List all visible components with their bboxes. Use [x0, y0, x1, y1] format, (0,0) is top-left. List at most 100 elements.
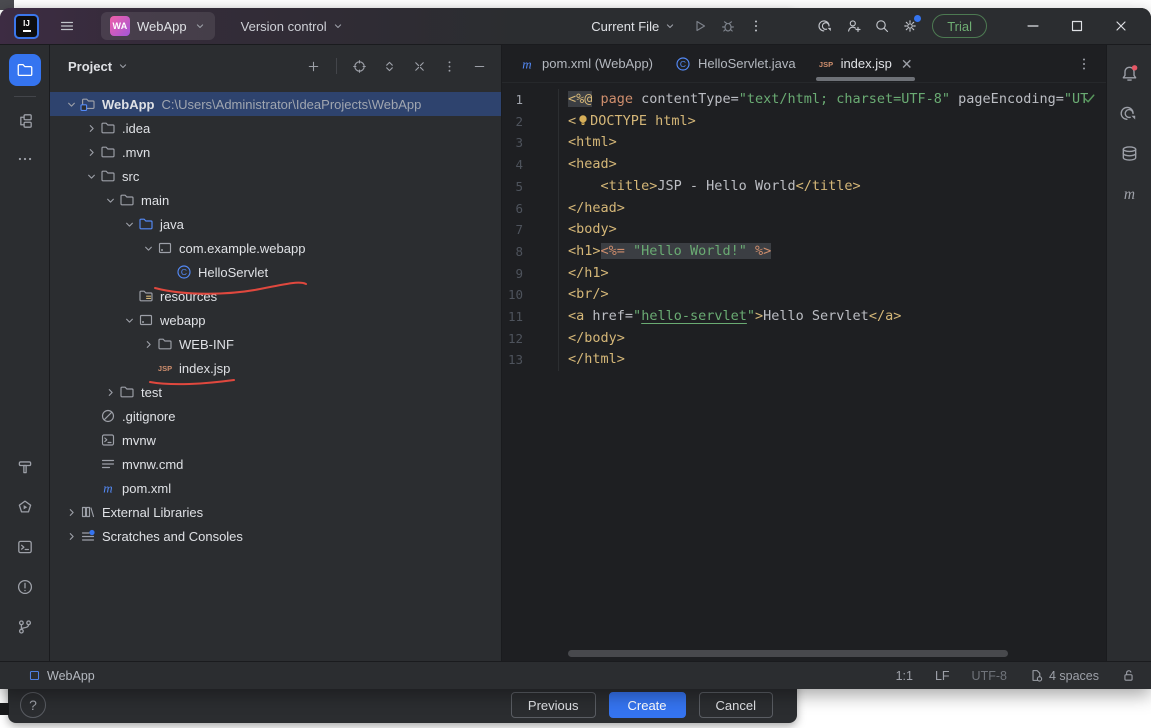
code-line: 12</body> — [502, 328, 1106, 350]
line-number[interactable]: 2 — [502, 111, 523, 133]
tool-window-button-problems[interactable] — [9, 571, 41, 603]
previous-button[interactable]: Previous — [511, 692, 596, 718]
tree-item-com-example-webapp[interactable]: com.example.webapp — [50, 236, 501, 260]
line-number[interactable]: 8 — [502, 241, 523, 263]
maximize-button[interactable] — [1055, 11, 1099, 41]
tool-window-button-ai-assistant[interactable] — [1112, 93, 1146, 133]
tree-item-webapp[interactable]: WebAppC:\Users\Administrator\IdeaProject… — [50, 92, 501, 116]
options-icon[interactable] — [442, 59, 457, 74]
tool-window-button-version-control[interactable] — [9, 611, 41, 643]
version-control-menu[interactable]: Version control — [241, 19, 344, 34]
file-encoding[interactable]: UTF-8 — [972, 669, 1007, 683]
line-number[interactable]: 7 — [502, 219, 523, 241]
horizontal-scrollbar[interactable] — [568, 650, 1008, 657]
chevron-right-icon[interactable] — [82, 144, 100, 160]
chevron-down-icon[interactable] — [101, 192, 119, 208]
chevron-right-icon[interactable] — [139, 336, 157, 352]
tree-item-src[interactable]: src — [50, 164, 501, 188]
editor-tab-helloservlet-java[interactable]: CHelloServlet.java — [664, 45, 807, 82]
tree-item-gitignore[interactable]: .gitignore — [50, 404, 501, 428]
tree-item-test[interactable]: test — [50, 380, 501, 404]
create-button[interactable]: Create — [609, 692, 686, 718]
locate-icon[interactable] — [352, 59, 367, 74]
tree-item-helloservlet[interactable]: CHelloServlet — [50, 260, 501, 284]
collapse-all-icon[interactable] — [412, 59, 427, 74]
lock-open-icon[interactable] — [1121, 668, 1136, 683]
caret-position[interactable]: 1:1 — [896, 669, 913, 683]
intellij-logo-icon[interactable]: IJ — [14, 14, 39, 39]
main-menu-icon[interactable] — [53, 12, 81, 40]
tool-window-button-database[interactable] — [1112, 133, 1146, 173]
line-number[interactable]: 6 — [502, 198, 523, 220]
intention-bulb-icon[interactable] — [576, 113, 590, 127]
line-ending[interactable]: LF — [935, 669, 950, 683]
line-number[interactable]: 5 — [502, 176, 523, 198]
line-number[interactable]: 11 — [502, 306, 523, 328]
indent-setting[interactable]: 4 spaces — [1029, 668, 1099, 683]
add-user-icon[interactable] — [840, 12, 868, 40]
editor-tab-pom-xml-webapp[interactable]: mpom.xml (WebApp) — [508, 45, 664, 82]
chevron-down-icon[interactable] — [139, 240, 157, 256]
editor-tabs-options-icon[interactable] — [1076, 56, 1106, 72]
add-icon[interactable] — [306, 59, 321, 74]
line-number[interactable]: 3 — [502, 132, 523, 154]
tree-item-mvnw-cmd[interactable]: mvnw.cmd — [50, 452, 501, 476]
tool-window-button-maven[interactable]: m — [1112, 173, 1146, 213]
tree-item-java[interactable]: java — [50, 212, 501, 236]
tree-item-scratches-and-consoles[interactable]: Scratches and Consoles — [50, 524, 501, 548]
search-everywhere-icon[interactable] — [868, 12, 896, 40]
help-button[interactable]: ? — [20, 692, 46, 718]
debug-button[interactable] — [714, 12, 742, 40]
tree-item-idea[interactable]: .idea — [50, 116, 501, 140]
tree-item-mvnw[interactable]: mvnw — [50, 428, 501, 452]
chevron-right-icon[interactable] — [62, 504, 80, 520]
line-number[interactable]: 12 — [502, 328, 523, 350]
tree-item-external-libraries[interactable]: External Libraries — [50, 500, 501, 524]
tool-window-button-build[interactable] — [9, 451, 41, 483]
close-tab-icon[interactable]: ✕ — [901, 57, 913, 71]
close-button[interactable] — [1099, 11, 1143, 41]
tree-item-pom-xml[interactable]: mpom.xml — [50, 476, 501, 500]
project-widget[interactable]: WA WebApp — [101, 12, 215, 40]
chevron-down-icon[interactable] — [82, 168, 100, 184]
chevron-down-icon[interactable] — [120, 312, 138, 328]
hide-icon[interactable] — [472, 59, 487, 74]
settings-gear-icon[interactable] — [896, 12, 924, 40]
more-actions-icon[interactable] — [742, 12, 770, 40]
tree-item-web-inf[interactable]: WEB-INF — [50, 332, 501, 356]
ai-assistant-icon[interactable] — [812, 12, 840, 40]
tool-window-button-notifications[interactable] — [1112, 53, 1146, 93]
tree-item-resources[interactable]: resources — [50, 284, 501, 308]
line-number[interactable]: 1 — [502, 89, 523, 111]
run-button[interactable] — [686, 12, 714, 40]
status-project-widget[interactable]: WebApp — [28, 669, 95, 683]
cancel-button[interactable]: Cancel — [699, 692, 773, 718]
expand-all-icon[interactable] — [382, 59, 397, 74]
tool-window-button-project[interactable] — [9, 54, 41, 86]
run-configuration-select[interactable]: Current File — [591, 19, 676, 34]
tree-item-webapp[interactable]: webapp — [50, 308, 501, 332]
tool-window-button-terminal[interactable] — [9, 531, 41, 563]
chevron-down-icon[interactable] — [120, 216, 138, 232]
chevron-right-icon[interactable] — [62, 528, 80, 544]
line-number[interactable]: 10 — [502, 284, 523, 306]
tool-window-button-more-tool-windows[interactable] — [9, 143, 41, 175]
chevron-down-icon[interactable] — [62, 96, 80, 112]
minimize-button[interactable] — [1011, 11, 1055, 41]
tab-label: pom.xml (WebApp) — [542, 56, 653, 71]
code-editor[interactable]: 1<%@ page contentType="text/html; charse… — [502, 83, 1106, 661]
tree-item-index-jsp[interactable]: JSPindex.jsp — [50, 356, 501, 380]
line-number[interactable]: 4 — [502, 154, 523, 176]
trial-badge[interactable]: Trial — [932, 14, 987, 38]
tool-window-button-structure[interactable] — [9, 105, 41, 137]
inspections-ok-icon[interactable] — [1082, 91, 1097, 106]
line-number[interactable]: 9 — [502, 263, 523, 285]
editor-tab-index-jsp[interactable]: JSPindex.jsp✕ — [807, 45, 924, 82]
project-view-select[interactable]: Project — [68, 59, 129, 74]
tool-window-button-services[interactable] — [9, 491, 41, 523]
tree-item-main[interactable]: main — [50, 188, 501, 212]
tree-item-mvn[interactable]: .mvn — [50, 140, 501, 164]
chevron-right-icon[interactable] — [82, 120, 100, 136]
chevron-right-icon[interactable] — [101, 384, 119, 400]
line-number[interactable]: 13 — [502, 349, 523, 371]
